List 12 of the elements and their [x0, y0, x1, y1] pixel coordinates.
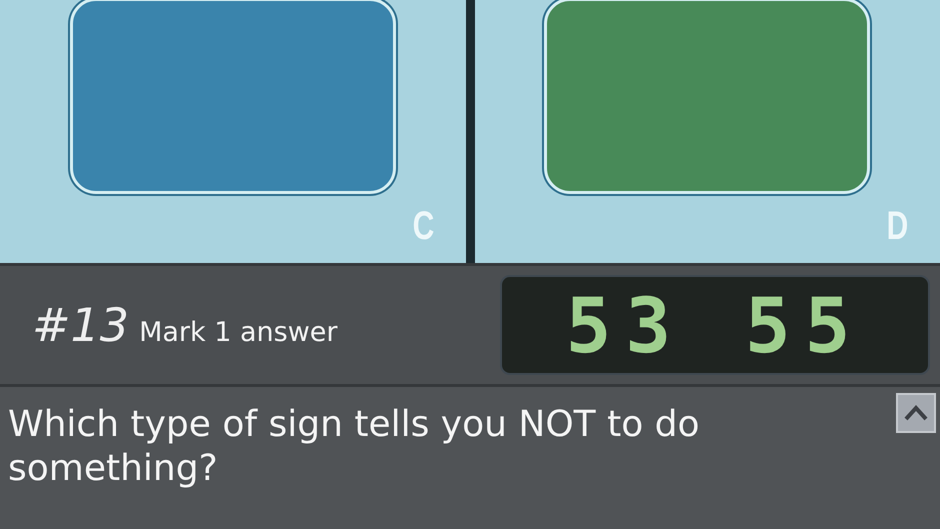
question-text: Which type of sign tells you NOT to do something?: [8, 403, 701, 491]
option-letter: C: [412, 204, 434, 249]
scroll-up-button[interactable]: [896, 393, 936, 433]
answer-card[interactable]: [544, 0, 870, 194]
answer-panel[interactable]: C: [0, 0, 466, 263]
option-letter: D: [886, 204, 908, 249]
timer-display: 53 55: [500, 275, 930, 375]
answer-panel[interactable]: D: [474, 0, 940, 263]
question-number: #13: [32, 298, 130, 352]
caret-up-icon: [904, 404, 928, 422]
answer-card[interactable]: [70, 0, 396, 194]
instruction-text: Mark 1 answer: [139, 317, 338, 348]
